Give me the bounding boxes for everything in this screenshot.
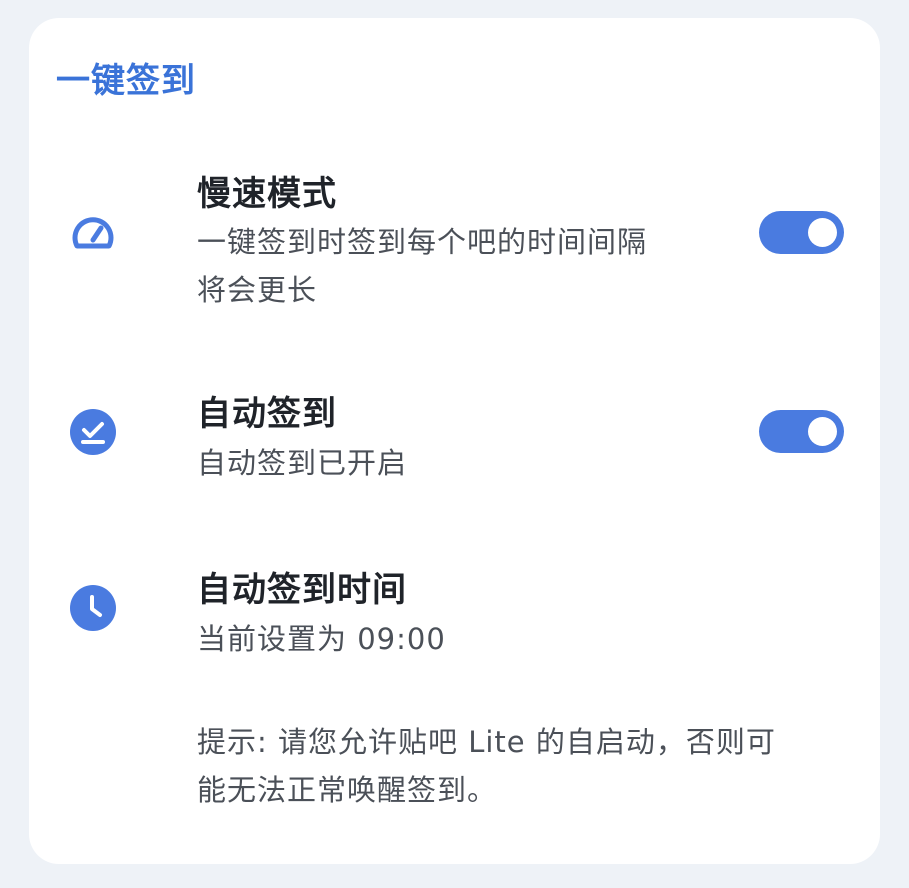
settings-card: 一键签到 慢速模式 一键签到时签到每个吧的时间间隔 将会更长 自动签到 自动签到… [29, 18, 880, 864]
hint-line1: 提示: 请您允许贴吧 Lite 的自启动，否则可 [197, 725, 776, 759]
slow-mode-title: 慢速模式 [197, 174, 337, 214]
hint-line2: 能无法正常唤醒签到。 [197, 773, 498, 807]
auto-sign-time-title: 自动签到时间 [197, 570, 407, 610]
clock-icon [69, 584, 117, 632]
auto-sign-title: 自动签到 [197, 394, 337, 434]
check-circle-icon [69, 408, 117, 456]
slow-mode-subtitle-line1: 一键签到时签到每个吧的时间间隔 [197, 225, 648, 259]
auto-sign-time-subtitle: 当前设置为 09:00 [197, 622, 446, 656]
toggle-knob [808, 417, 837, 446]
auto-sign-subtitle: 自动签到已开启 [197, 446, 408, 480]
slow-mode-subtitle-line2: 将会更长 [197, 273, 318, 307]
slow-mode-toggle[interactable] [759, 211, 844, 254]
auto-sign-toggle[interactable] [759, 410, 844, 453]
section-title: 一键签到 [56, 61, 196, 101]
autostart-hint: 提示: 请您允许贴吧 Lite 的自启动，否则可 能无法正常唤醒签到。 [197, 718, 837, 814]
toggle-knob [808, 218, 837, 247]
speedometer-icon [69, 210, 117, 258]
